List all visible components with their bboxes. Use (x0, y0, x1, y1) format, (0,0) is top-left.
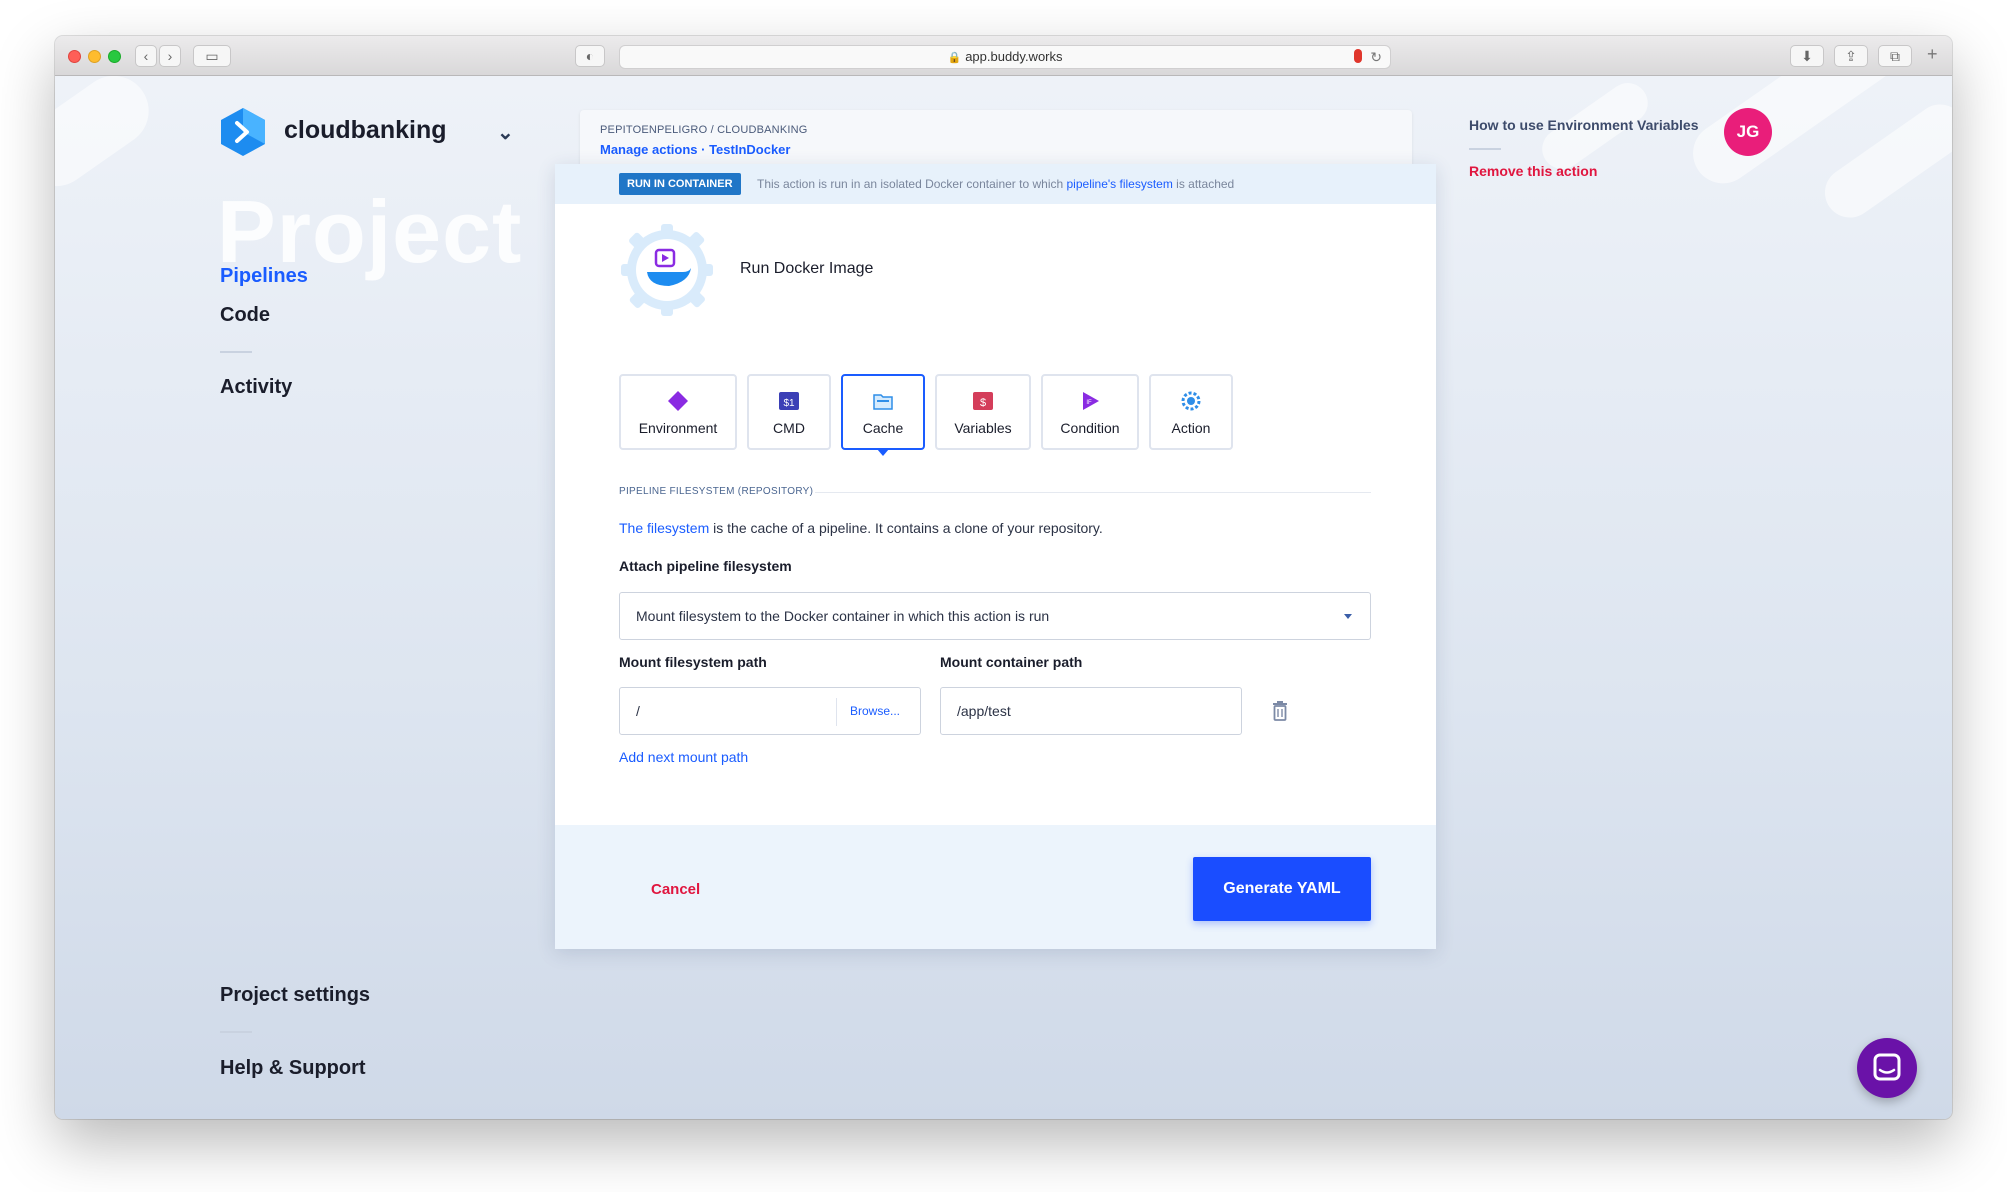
tab-label: Cache (862, 420, 904, 436)
filesystem-link[interactable]: The filesystem (619, 520, 709, 536)
cancel-button[interactable]: Cancel (651, 881, 700, 898)
tab-environment[interactable]: Environment (619, 374, 737, 450)
play-flag-icon: IF (1083, 392, 1099, 410)
diamond-icon (668, 391, 688, 411)
active-tab-indicator (877, 449, 889, 456)
attach-filesystem-label: Attach pipeline filesystem (619, 558, 792, 574)
browse-button[interactable]: Browse... (850, 704, 900, 718)
filesystem-description: The filesystem is the cache of a pipelin… (619, 520, 1103, 536)
generate-yaml-button[interactable]: Generate YAML (1193, 857, 1371, 921)
tab-condition[interactable]: IF Condition (1041, 374, 1139, 450)
close-window-button[interactable] (68, 50, 81, 63)
decorative-stroke (55, 76, 163, 200)
breadcrumb[interactable]: PEPITOENPELIGRO / CLOUDBANKING (600, 124, 808, 136)
browser-window: ‹ › ▭ ◐ 🔒 app.buddy.works ↻ ⬇ ⇪ ⧉ + cloud… (55, 36, 1952, 1119)
zoom-window-button[interactable] (108, 50, 121, 63)
share-icon[interactable]: ⇪ (1834, 45, 1868, 67)
tab-cmd[interactable]: $1 CMD (747, 374, 831, 450)
downloads-icon[interactable]: ⬇ (1790, 45, 1824, 67)
mount-fs-path-input[interactable]: / Browse... (619, 687, 921, 735)
run-in-container-text: This action is run in an isolated Docker… (757, 177, 1235, 191)
sidebar-toggle-icon[interactable]: ▭ (193, 45, 231, 67)
mount-container-path-label: Mount container path (940, 654, 1083, 670)
privacy-shield-icon[interactable]: ◐ (575, 45, 605, 67)
input-divider (836, 698, 837, 726)
caret-down-icon (1344, 614, 1352, 619)
reload-icon[interactable]: ↻ (1370, 46, 1382, 68)
pipeline-filesystem-link[interactable]: pipeline's filesystem (1067, 177, 1173, 191)
tab-label: Condition (1060, 420, 1120, 436)
mount-container-path-input[interactable]: /app/test (940, 687, 1242, 735)
run-in-container-banner: RUN IN CONTAINER This action is run in a… (555, 164, 1436, 204)
dollar-icon: $ (973, 392, 993, 410)
gear-icon (1181, 391, 1201, 411)
page-viewport: cloudbanking ⌄ Project Pipelines Code Ac… (55, 76, 1952, 1119)
chevron-down-icon[interactable]: ⌄ (497, 120, 514, 145)
new-tab-icon[interactable]: + (1927, 44, 1938, 65)
lock-icon: 🔒 (947, 52, 962, 64)
chat-launcher-button[interactable] (1857, 1038, 1917, 1098)
input-value: / (636, 703, 640, 719)
add-mount-path-link[interactable]: Add next mount path (619, 749, 748, 765)
tab-label: CMD (773, 420, 805, 436)
remove-action-link[interactable]: Remove this action (1469, 163, 1597, 179)
svg-text:$: $ (980, 397, 986, 409)
browser-titlebar: ‹ › ▭ ◐ 🔒 app.buddy.works ↻ ⬇ ⇪ ⧉ + (55, 36, 1952, 76)
address-bar[interactable]: 🔒 app.buddy.works ↻ (619, 45, 1391, 69)
breadcrumb-links[interactable]: Manage actions · TestInDocker (600, 142, 790, 157)
chat-icon (1873, 1053, 1901, 1081)
forward-icon[interactable]: › (159, 45, 181, 67)
sidebar-item-pipelines[interactable]: Pipelines (220, 265, 308, 288)
sidebar-item-project-settings[interactable]: Project settings (220, 984, 370, 1007)
sidebar-divider (220, 351, 252, 353)
avatar[interactable]: JG (1724, 108, 1772, 156)
run-in-container-badge: RUN IN CONTAINER (619, 173, 741, 195)
attach-filesystem-select[interactable]: Mount filesystem to the Docker container… (619, 592, 1371, 640)
select-value: Mount filesystem to the Docker container… (636, 608, 1050, 624)
svg-text:$1: $1 (783, 398, 795, 409)
url-text: app.buddy.works (965, 49, 1063, 64)
folder-icon (873, 394, 893, 410)
tab-variables[interactable]: $ Variables (935, 374, 1031, 450)
action-title: Run Docker Image (740, 260, 874, 277)
microphone-icon[interactable] (1354, 49, 1362, 63)
minimize-window-button[interactable] (88, 50, 101, 63)
tabs-overview-icon[interactable]: ⧉ (1878, 45, 1912, 67)
input-value: /app/test (957, 703, 1011, 719)
section-divider (815, 492, 1371, 493)
project-name[interactable]: cloudbanking (284, 116, 447, 145)
terminal-icon: $1 (779, 392, 799, 410)
decorative-stroke (1815, 94, 1952, 228)
tab-action[interactable]: Action (1149, 374, 1233, 450)
sidebar-item-activity[interactable]: Activity (220, 376, 292, 399)
sidebar-divider (220, 1031, 252, 1033)
sidebar-item-code[interactable]: Code (220, 304, 270, 327)
tab-cache[interactable]: Cache (841, 374, 925, 456)
docker-action-icon (621, 224, 713, 316)
right-divider (1469, 148, 1501, 150)
action-settings-card: RUN IN CONTAINER This action is run in a… (555, 164, 1436, 949)
trash-icon[interactable] (1271, 700, 1289, 722)
tab-label: Action (1171, 420, 1211, 436)
back-icon[interactable]: ‹ (135, 45, 157, 67)
card-footer: Cancel Generate YAML (555, 825, 1436, 949)
buddy-logo-icon[interactable] (219, 106, 267, 158)
tab-label: Environment (638, 420, 718, 436)
sidebar-item-help-support[interactable]: Help & Support (220, 1057, 366, 1080)
section-heading: PIPELINE FILESYSTEM (REPOSITORY) (619, 486, 814, 497)
env-vars-help-link[interactable]: How to use Environment Variables (1469, 117, 1699, 133)
tab-label: Variables (954, 420, 1012, 436)
svg-text:IF: IF (1086, 400, 1092, 406)
mount-fs-path-label: Mount filesystem path (619, 654, 767, 670)
